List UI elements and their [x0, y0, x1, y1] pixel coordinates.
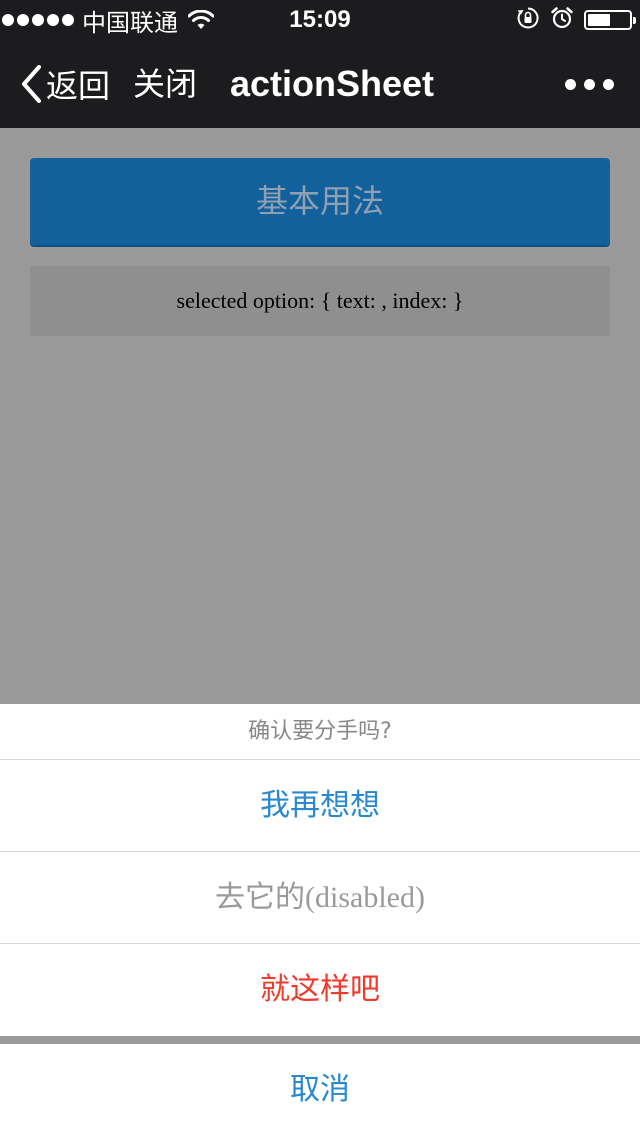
nav-bar: 返回 关闭 actionSheet — [0, 40, 640, 128]
back-button[interactable]: 返回 — [20, 40, 110, 128]
back-label: 返回 — [46, 67, 111, 105]
page-content: 基本用法 selected option: { text: , index: } — [0, 128, 640, 704]
status-bar: 中国联通 15:09 — [0, 0, 640, 40]
action-option-disabled: 去它的(disabled) — [0, 852, 640, 944]
more-options-icon[interactable] — [565, 40, 614, 128]
cancel-button[interactable]: 取消 — [0, 1044, 640, 1136]
rotation-lock-icon — [516, 6, 540, 35]
battery-icon — [584, 10, 636, 30]
close-button[interactable]: 关闭 — [133, 40, 197, 128]
action-option-confirm[interactable]: 就这样吧 — [0, 944, 640, 1036]
action-sheet-title: 确认要分手吗? — [0, 704, 640, 760]
status-right — [516, 0, 636, 40]
page-title: actionSheet — [230, 63, 435, 104]
chevron-left-icon — [20, 65, 42, 103]
basic-usage-button[interactable]: 基本用法 — [30, 158, 610, 245]
selected-option-display: selected option: { text: , index: } — [30, 266, 610, 336]
alarm-icon — [550, 6, 574, 35]
action-option-think-again[interactable]: 我再想想 — [0, 760, 640, 852]
action-sheet: 确认要分手吗? 我再想想 去它的(disabled) 就这样吧 取消 — [0, 704, 640, 1136]
